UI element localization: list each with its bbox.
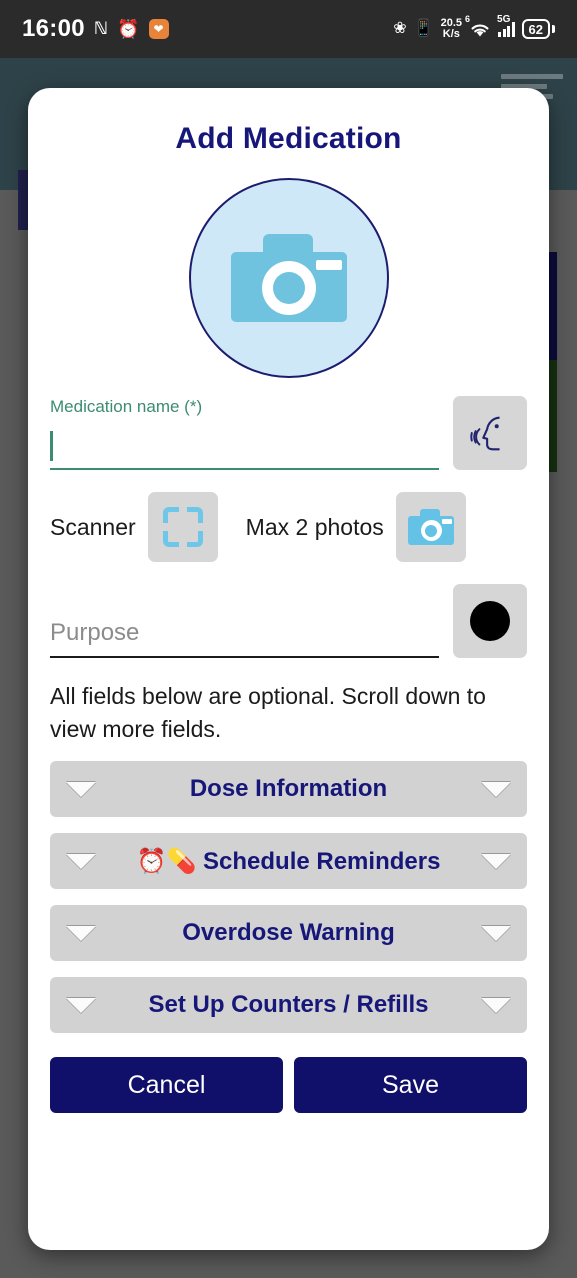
wifi-generation-label: 6 bbox=[465, 13, 471, 24]
alarm-icon: ⏰ bbox=[117, 19, 140, 39]
chevron-down-icon[interactable] bbox=[66, 997, 96, 1013]
camera-flash bbox=[315, 260, 342, 270]
section-overdose-warning[interactable]: Overdose Warning bbox=[50, 905, 527, 962]
network-type-label: 5G bbox=[497, 13, 511, 25]
chevron-down-icon[interactable] bbox=[481, 853, 511, 869]
camera-icon bbox=[407, 509, 454, 545]
status-bar-left: 16:00 ℕ ⏰ ❤ bbox=[22, 15, 169, 43]
add-medication-dialog: Add Medication Medication name (*) Scann… bbox=[28, 88, 549, 1250]
speaking-head-icon bbox=[470, 416, 500, 451]
network-speed-unit: K/s bbox=[442, 28, 460, 40]
chevron-down-icon[interactable] bbox=[66, 781, 96, 797]
take-photo-button[interactable] bbox=[395, 492, 466, 562]
barcode-scan-frame-icon bbox=[162, 507, 203, 547]
medication-name-field[interactable]: Medication name (*) bbox=[50, 397, 439, 470]
wifi-glyph bbox=[471, 23, 489, 36]
scanner-row: Scanner Max 2 photos bbox=[50, 492, 527, 562]
camera-lens bbox=[261, 261, 316, 315]
chevron-down-icon[interactable] bbox=[481, 997, 511, 1013]
status-bar: 16:00 ℕ ⏰ ❤ ❀ 📱 20.5 K/s 6 5G 62 bbox=[0, 0, 577, 58]
section-title: ⏰💊 Schedule Reminders bbox=[136, 847, 441, 875]
section-title: Overdose Warning bbox=[182, 919, 395, 947]
signal-bars-icon: 5G bbox=[497, 14, 515, 37]
medication-name-input[interactable] bbox=[50, 424, 439, 470]
battery-level-label: 62 bbox=[521, 19, 550, 39]
bluetooth-icon: ❀ bbox=[393, 20, 407, 37]
save-button[interactable]: Save bbox=[294, 1057, 527, 1114]
section-title: Dose Information bbox=[189, 775, 388, 803]
status-bar-right: ❀ 📱 20.5 K/s 6 5G 62 bbox=[393, 14, 555, 40]
battery-cap bbox=[552, 25, 555, 33]
camera-glyph bbox=[230, 234, 347, 322]
cancel-button[interactable]: Cancel bbox=[50, 1057, 283, 1114]
photo-picker[interactable] bbox=[50, 178, 527, 378]
vibrate-icon: 📱 bbox=[413, 20, 434, 37]
network-speed-indicator: 20.5 K/s bbox=[441, 18, 462, 40]
camera-icon[interactable] bbox=[188, 178, 389, 378]
chevron-down-icon[interactable] bbox=[66, 925, 96, 941]
chevron-down-icon[interactable] bbox=[481, 781, 511, 797]
status-clock: 16:00 bbox=[22, 15, 85, 42]
purpose-row: Purpose bbox=[50, 584, 527, 658]
voice-input-button[interactable] bbox=[453, 396, 527, 470]
section-title: Set Up Counters / Refills bbox=[148, 991, 429, 1019]
section-dose-information[interactable]: Dose Information bbox=[50, 761, 527, 818]
purpose-record-button[interactable] bbox=[453, 584, 527, 658]
medication-name-row: Medication name (*) bbox=[50, 396, 527, 470]
nfc-icon: ℕ bbox=[93, 18, 109, 39]
shield-badge-icon: ❤ bbox=[148, 19, 169, 39]
phone-screen: 16:00 ℕ ⏰ ❤ ❀ 📱 20.5 K/s 6 5G 62 Add Med… bbox=[0, 0, 577, 1278]
battery-indicator: 62 bbox=[521, 19, 555, 39]
text-caret bbox=[50, 431, 53, 461]
scanner-button[interactable] bbox=[147, 492, 218, 562]
chevron-down-icon[interactable] bbox=[481, 925, 511, 941]
max-photos-label: Max 2 photos bbox=[245, 513, 384, 540]
medication-name-label: Medication name (*) bbox=[50, 397, 203, 416]
scanner-label: Scanner bbox=[50, 513, 136, 540]
purpose-input[interactable]: Purpose bbox=[50, 610, 439, 658]
record-dot-icon bbox=[470, 601, 510, 641]
optional-fields-note: All fields below are optional. Scroll do… bbox=[50, 683, 486, 742]
section-schedule-reminders[interactable]: ⏰💊 Schedule Reminders bbox=[50, 833, 527, 890]
purpose-field[interactable]: Purpose bbox=[50, 610, 439, 658]
dialog-footer: Cancel Save bbox=[50, 1057, 527, 1114]
chevron-down-icon[interactable] bbox=[66, 853, 96, 869]
section-counters-refills[interactable]: Set Up Counters / Refills bbox=[50, 977, 527, 1034]
page-title: Add Medication bbox=[175, 122, 402, 155]
purpose-placeholder: Purpose bbox=[50, 619, 140, 646]
wifi-icon: 6 bbox=[465, 14, 491, 38]
